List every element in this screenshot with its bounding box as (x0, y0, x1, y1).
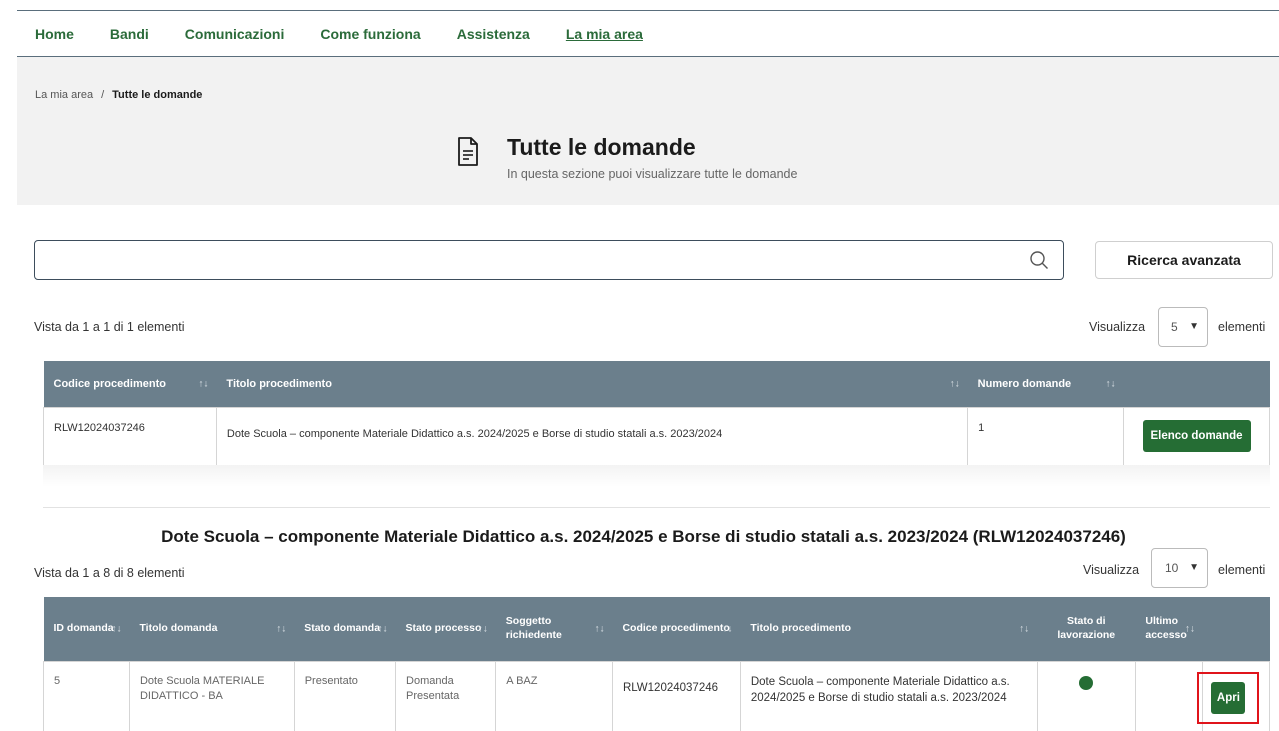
table-row: 5 Dote Scuola MATERIALE DIDATTICO - BA P… (43, 660, 1270, 731)
main-nav: Home Bandi Comunicazioni Come funziona A… (35, 24, 679, 44)
procedures-show-label: Visualizza (1089, 320, 1146, 334)
cell-titolo: Dote Scuola – componente Materiale Didat… (215, 406, 969, 467)
apri-button[interactable]: Apri (1211, 681, 1246, 714)
col-label: Numero domande (977, 377, 1072, 390)
cell-actions: Apri (1197, 660, 1270, 731)
col-stato-domanda[interactable]: Stato domanda ↑↓ (294, 597, 396, 661)
sort-icon[interactable]: ↑↓ (1019, 622, 1029, 635)
table-header-row: Codice procedimento ↑↓ Titolo procediment… (43, 361, 1270, 407)
nav-come-funziona[interactable]: Come funziona (320, 24, 420, 44)
col-titolo-procedimento[interactable]: Titolo procedimento ↑↓ (740, 597, 1038, 661)
advanced-search-button[interactable]: Ricerca avanzata (1095, 241, 1273, 279)
col-label: Stato processo (405, 621, 482, 634)
chevron-down-icon: ▼ (1189, 562, 1199, 573)
applications-page-size-select[interactable]: 10 ▼ (1151, 548, 1208, 588)
col-label: Soggetto richiedente (505, 615, 562, 641)
sort-icon[interactable]: ↑↓ (594, 622, 604, 635)
col-label: Codice procedimento (53, 377, 166, 390)
sort-icon[interactable]: ↑↓ (950, 378, 960, 389)
cell-codice: RLW12024037246 (43, 406, 217, 467)
nav-bandi[interactable]: Bandi (110, 24, 149, 44)
breadcrumb-current: Tutte le domande (112, 89, 203, 101)
sort-icon[interactable]: ↑↓ (722, 622, 732, 635)
cell-titolo-domanda: Dote Scuola MATERIALE DIDATTICO - BA (128, 660, 295, 731)
col-soggetto-richiedente[interactable]: Soggetto richiedente ↑↓ (495, 597, 613, 661)
chevron-down-icon: ▼ (1189, 321, 1199, 332)
procedures-info: Vista da 1 a 1 di 1 elementi (34, 320, 185, 334)
applications-info: Vista da 1 a 8 di 8 elementi (34, 566, 185, 580)
procedures-table: Codice procedimento ↑↓ Titolo procediment… (43, 361, 1270, 467)
procedures-elements-label: elementi (1218, 320, 1266, 334)
cell-stato-processo: Domanda Presentata (395, 660, 497, 731)
status-dot (1079, 675, 1094, 690)
elenco-domande-button[interactable]: Elenco domande (1142, 419, 1251, 452)
page-title: Tutte le domande (507, 134, 696, 160)
cell-actions: Elenco domande (1123, 406, 1270, 467)
sort-icon[interactable]: ↑↓ (276, 622, 286, 635)
cell-soggetto: A BAZ (495, 660, 613, 731)
document-icon (458, 137, 478, 166)
breadcrumb-separator: / (101, 89, 105, 101)
col-stato-lavorazione: Stato di lavorazione (1037, 597, 1136, 661)
applications-table: ID domanda ↑↓ Titolo domanda ↑↓ Stato doma… (43, 597, 1270, 731)
sort-icon[interactable]: ↑↓ (111, 622, 121, 635)
col-label: Titolo procedimento (750, 621, 852, 634)
col-label: Stato domanda (304, 621, 381, 634)
col-label: Codice procedimento (622, 621, 730, 634)
procedures-page-size-select[interactable]: 5 ▼ (1158, 307, 1208, 347)
table-row: RLW12024037246 Dote Scuola – componente … (43, 406, 1270, 467)
applications-elements-label: elementi (1218, 563, 1266, 577)
nav-home[interactable]: Home (35, 24, 74, 44)
col-label: ID domanda (53, 621, 114, 634)
col-codice-procedimento[interactable]: Codice procedimento ↑↓ (43, 361, 217, 407)
page-header: La mia area / Tutte le domande Tutte le do… (17, 57, 1279, 205)
col-titolo-domanda[interactable]: Titolo domanda ↑↓ (129, 597, 295, 661)
sort-icon[interactable]: ↑↓ (478, 622, 488, 635)
search-icon[interactable] (1029, 250, 1049, 270)
cell-stato-domanda: Presentato (293, 660, 397, 731)
sort-icon[interactable]: ↑↓ (198, 378, 208, 389)
nav-comunicazioni[interactable]: Comunicazioni (185, 24, 285, 44)
col-label: Titolo domanda (139, 621, 218, 634)
cell-numero: 1 (967, 406, 1125, 467)
col-numero-domande[interactable]: Numero domande ↑↓ (967, 361, 1124, 407)
sort-icon[interactable]: ↑↓ (1185, 622, 1195, 635)
nav-la-mia-area[interactable]: La mia area (566, 24, 643, 44)
applications-show-label: Visualizza (1083, 563, 1140, 577)
cell-id: 5 (43, 660, 130, 731)
col-label: Ultimo accesso (1145, 615, 1187, 641)
cell-ultimo-accesso (1134, 660, 1204, 731)
table-header-row: ID domanda ↑↓ Titolo domanda ↑↓ Stato doma… (43, 597, 1270, 661)
section-divider (43, 507, 1270, 508)
sort-icon[interactable]: ↑↓ (378, 622, 388, 635)
col-actions (1123, 361, 1270, 407)
search-input[interactable] (34, 240, 1064, 280)
col-codice-procedimento[interactable]: Codice procedimento ↑↓ (612, 597, 741, 661)
cell-titolo-procedimento: Dote Scuola – componente Materiale Didat… (739, 660, 1038, 731)
breadcrumb: La mia area / Tutte le domande (35, 89, 202, 101)
cell-stato-lavorazione (1036, 660, 1136, 731)
table-footer-shadow (43, 465, 1270, 487)
sort-icon[interactable]: ↑↓ (1106, 378, 1116, 389)
col-id-domanda[interactable]: ID domanda ↑↓ (43, 597, 130, 661)
applications-section-title: Dote Scuola – componente Materiale Didat… (161, 527, 1126, 546)
col-titolo-procedimento[interactable]: Titolo procedimento ↑↓ (216, 361, 968, 407)
applications-page-size-value: 10 (1165, 561, 1179, 575)
col-ultimo-accesso[interactable]: Ultimo accesso ↑↓ (1135, 597, 1203, 661)
procedures-page-size-value: 5 (1171, 320, 1178, 334)
col-stato-processo[interactable]: Stato processo ↑↓ (395, 597, 496, 661)
col-label: Titolo procedimento (226, 377, 332, 390)
top-border (17, 10, 1279, 11)
page-subtitle: In questa sezione puoi visualizzare tutt… (507, 167, 798, 181)
nav-assistenza[interactable]: Assistenza (457, 24, 530, 44)
breadcrumb-root[interactable]: La mia area (35, 89, 93, 101)
col-actions (1202, 597, 1270, 661)
cell-codice: RLW12024037246 (611, 660, 741, 731)
